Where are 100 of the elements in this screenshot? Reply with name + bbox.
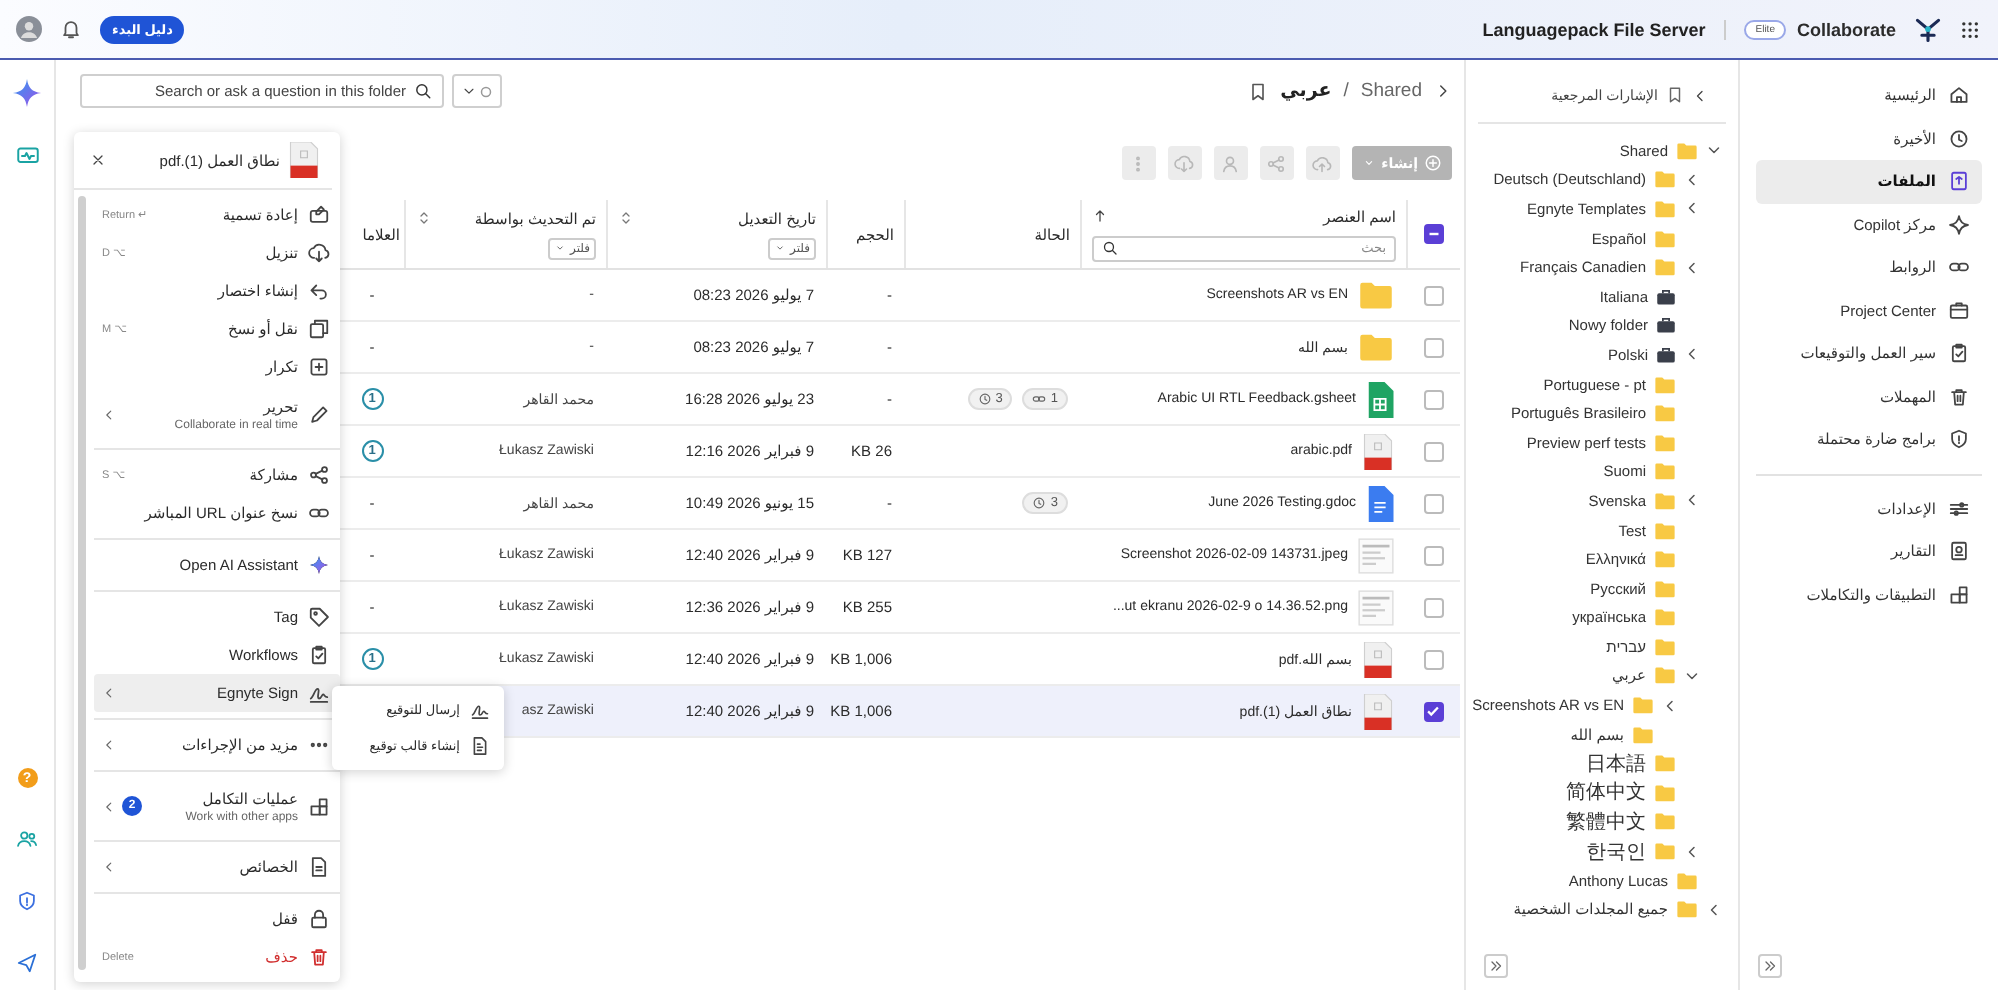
folder-icon — [1654, 433, 1676, 452]
chevron-icon[interactable] — [1684, 200, 1700, 217]
chevron-icon[interactable] — [1684, 259, 1700, 276]
briefcase-icon — [1656, 316, 1676, 335]
apps-icon — [1948, 583, 1970, 606]
sort-icon[interactable] — [416, 210, 432, 226]
shortcut-icon — [308, 280, 330, 302]
chevron-icon[interactable] — [1692, 87, 1708, 103]
document-icon — [308, 856, 330, 878]
select-all-checkbox[interactable] — [1424, 224, 1444, 244]
folder-icon — [1654, 404, 1676, 423]
bell-icon[interactable] — [60, 18, 82, 40]
home-icon — [1948, 84, 1970, 107]
row-checkbox[interactable] — [1423, 597, 1443, 617]
chevron-icon[interactable] — [1684, 492, 1700, 509]
chevron-icon[interactable] — [1684, 171, 1700, 188]
briefcase-icon — [1656, 287, 1676, 306]
expand-button[interactable] — [1484, 954, 1508, 978]
folder-icon — [1676, 900, 1698, 919]
expand-button[interactable] — [1758, 954, 1782, 978]
sort-up-icon[interactable] — [1092, 208, 1108, 224]
chevron-icon[interactable] — [1662, 697, 1678, 714]
caret-icon — [1361, 156, 1376, 170]
row-checkbox[interactable] — [1423, 701, 1443, 721]
breadcrumb-item[interactable]: Shared — [1360, 80, 1422, 102]
close-icon — [90, 152, 106, 168]
document-icon — [1366, 485, 1394, 521]
chevron-icon[interactable] — [1706, 901, 1722, 918]
duplicate-icon — [308, 356, 330, 378]
row-checkbox[interactable] — [1423, 441, 1443, 461]
user-icon — [1220, 153, 1241, 173]
folder-icon — [1676, 141, 1698, 160]
row-checkbox[interactable] — [1423, 545, 1443, 565]
cloud-download-icon — [1174, 153, 1195, 173]
folder-icon — [1654, 666, 1676, 685]
chevron-icon[interactable] — [1434, 82, 1452, 100]
caret-icon — [774, 242, 787, 254]
row-checkbox[interactable] — [1423, 649, 1443, 669]
folder-icon — [1654, 491, 1676, 510]
breadcrumb-separator: / — [1343, 80, 1349, 102]
clipboard-icon — [308, 644, 330, 666]
check-icon — [1426, 704, 1440, 718]
cloud-upload-icon — [1312, 153, 1333, 173]
scrollbar[interactable] — [78, 196, 86, 970]
apps-icon — [308, 795, 330, 817]
send-icon[interactable] — [16, 952, 38, 974]
rename-icon — [308, 204, 330, 226]
folder-icon — [1654, 229, 1676, 248]
tag-icon — [308, 606, 330, 628]
folder-icon — [1654, 258, 1676, 277]
plus-icon — [1424, 154, 1442, 172]
row-checkbox[interactable] — [1423, 337, 1443, 357]
share-icon — [308, 464, 330, 486]
folder-icon — [1654, 608, 1676, 627]
chevron-icon[interactable] — [1684, 346, 1700, 363]
search-options-button[interactable] — [452, 74, 502, 108]
chevron-icon[interactable] — [1684, 667, 1700, 684]
server-name: Languagepack File Server — [1482, 19, 1706, 39]
sparkle-icon — [308, 554, 330, 576]
pdf-icon — [288, 142, 320, 178]
signature-icon — [470, 700, 490, 720]
breadcrumb-item[interactable]: عربي — [1280, 80, 1332, 102]
caret-icon — [554, 242, 567, 254]
app-grid-icon[interactable] — [1960, 19, 1980, 39]
chevron-icon — [462, 84, 476, 98]
folder-icon — [1654, 812, 1676, 831]
chevron-icon[interactable] — [1706, 142, 1722, 159]
chevron-icon — [102, 860, 116, 874]
chevron-icon — [102, 407, 116, 421]
monitor-icon[interactable] — [15, 144, 39, 168]
copy-icon — [308, 318, 330, 340]
double-chevron-icon — [1762, 958, 1778, 974]
avatar-icon[interactable] — [16, 16, 42, 42]
sort-icon[interactable] — [618, 210, 634, 226]
signature-icon — [308, 682, 330, 704]
logo-icon — [1914, 15, 1942, 43]
folder-item[interactable]: 繁體中文 — [1466, 807, 1738, 837]
bookmark-icon — [1666, 86, 1684, 104]
folder-icon — [1654, 579, 1676, 598]
sparkle-icon[interactable] — [12, 78, 42, 108]
report-icon — [1948, 540, 1970, 563]
shield-icon — [1948, 428, 1970, 451]
shield-icon[interactable] — [16, 890, 38, 912]
share-icon — [1266, 153, 1287, 173]
row-checkbox[interactable] — [1423, 389, 1443, 409]
folder-icon — [1654, 375, 1676, 394]
chevron-icon[interactable] — [1684, 843, 1700, 860]
people-icon[interactable] — [16, 828, 38, 850]
product-name: Collaborate — [1796, 19, 1896, 39]
pdf-icon — [1362, 693, 1394, 729]
bookmark-icon[interactable] — [1248, 81, 1269, 101]
row-checkbox[interactable] — [1423, 285, 1443, 305]
lock-icon — [308, 908, 330, 930]
folder-item[interactable]: 한국인 — [1466, 836, 1738, 866]
folder-icon — [1676, 871, 1698, 890]
thumbnail — [1358, 589, 1394, 625]
close-button[interactable] — [90, 152, 106, 168]
row-checkbox[interactable] — [1423, 493, 1443, 513]
folder-item[interactable]: 简体中文 — [1466, 778, 1738, 808]
folder-item[interactable]: 日本語 — [1466, 748, 1738, 779]
